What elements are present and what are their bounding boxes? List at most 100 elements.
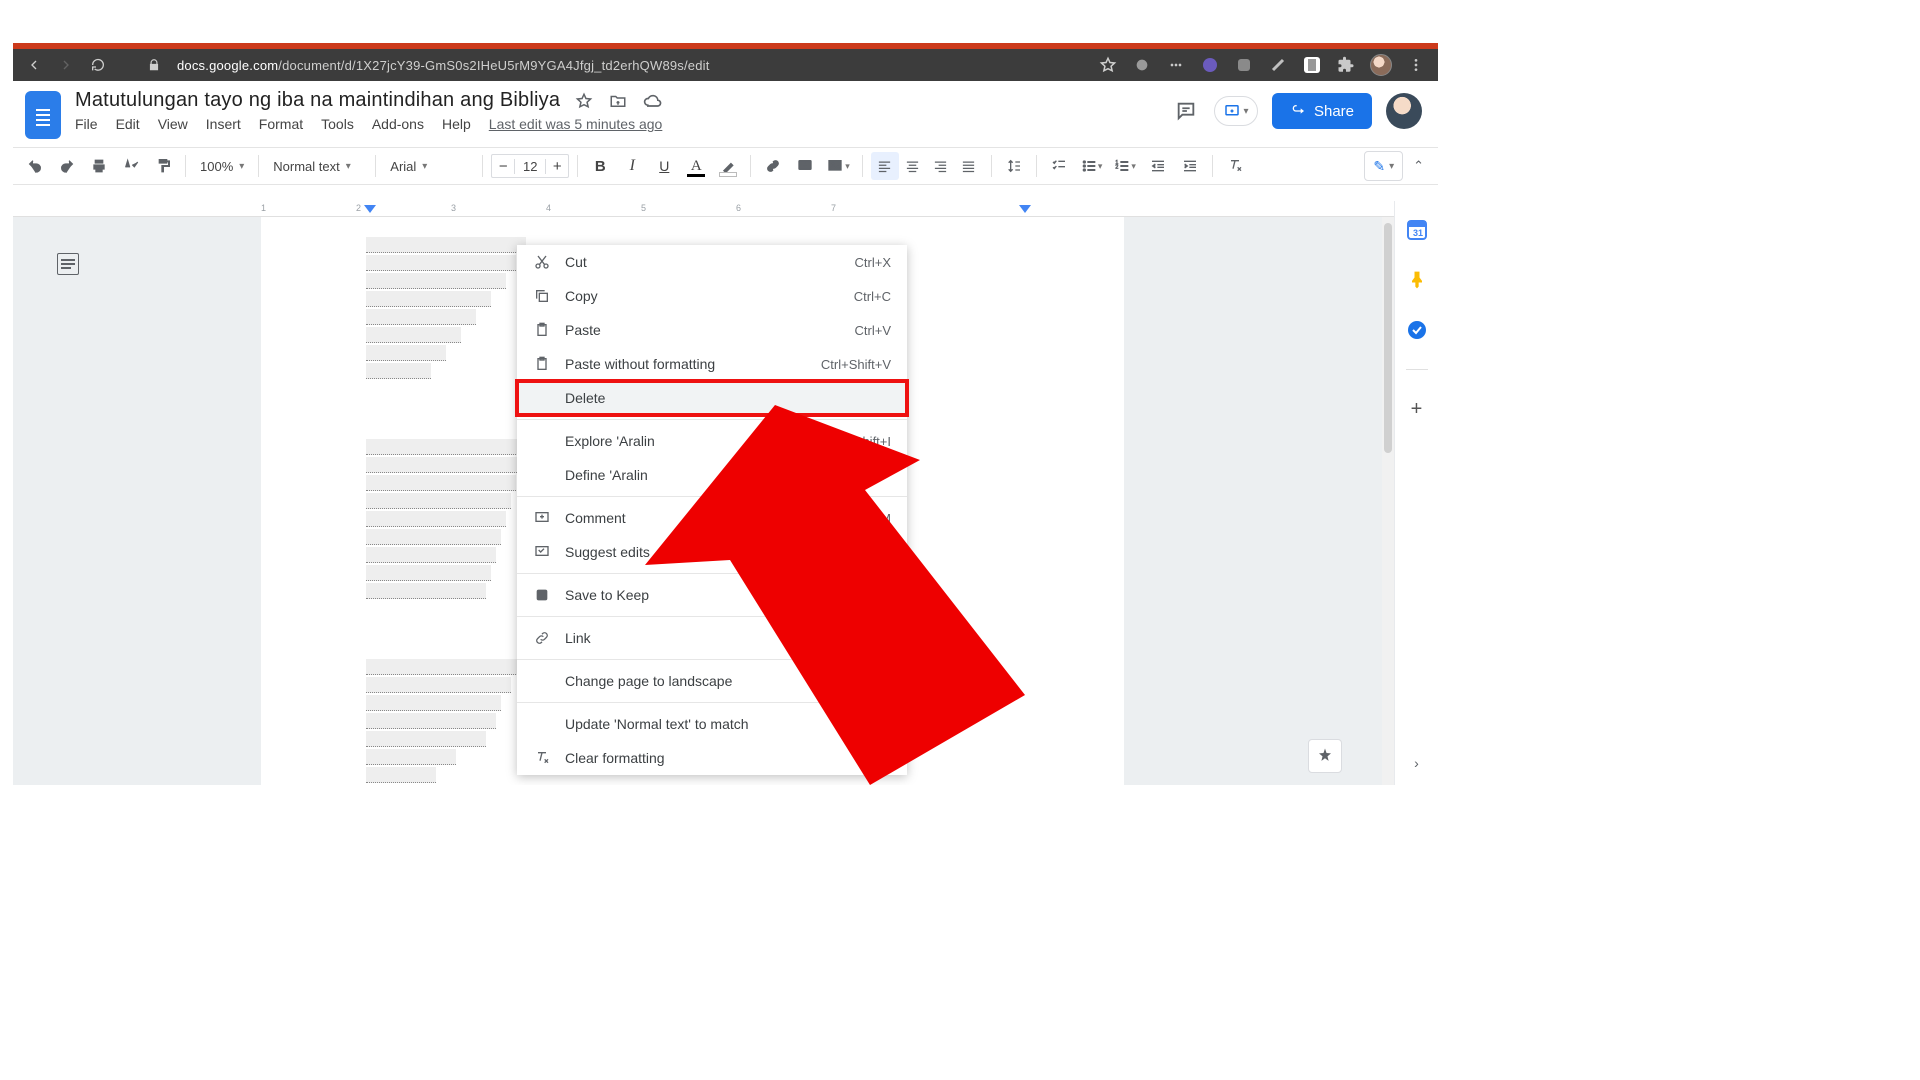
get-addons-button[interactable]: + bbox=[1411, 398, 1423, 421]
ruler-tick: 2 bbox=[356, 203, 361, 213]
context-menu-shortcut: Ctrl+Shift+V bbox=[821, 357, 891, 372]
back-button[interactable] bbox=[25, 56, 43, 74]
context-menu-define-aralin[interactable]: Define 'Aralin bbox=[517, 458, 907, 492]
calendar-icon[interactable]: 31 bbox=[1406, 219, 1428, 241]
ext-icon-2[interactable] bbox=[1166, 55, 1186, 75]
context-menu-label: Change page to landscape bbox=[565, 673, 891, 689]
browser-toolbar: docs.google.com/document/d/1X27jcY39-GmS… bbox=[13, 49, 1438, 81]
menu-help[interactable]: Help bbox=[442, 116, 471, 132]
ruler-tick: 6 bbox=[736, 203, 741, 213]
suggest-icon bbox=[533, 543, 551, 561]
checklist-button[interactable] bbox=[1045, 152, 1073, 180]
context-menu-explore-aralin[interactable]: Explore 'AralinCtrl+Alt+Shift+I bbox=[517, 424, 907, 458]
star-document-icon[interactable] bbox=[574, 91, 594, 111]
menu-view[interactable]: View bbox=[158, 116, 188, 132]
bold-button[interactable]: B bbox=[586, 152, 614, 180]
menu-edit[interactable]: Edit bbox=[116, 116, 140, 132]
show-outline-button[interactable] bbox=[57, 253, 79, 275]
bulleted-list-button[interactable]: ▾ bbox=[1077, 152, 1107, 180]
zoom-select[interactable]: 100%▾ bbox=[194, 159, 250, 174]
editing-mode-button[interactable]: ✎▾ bbox=[1364, 151, 1403, 181]
print-button[interactable] bbox=[85, 152, 113, 180]
menu-format[interactable]: Format bbox=[259, 116, 303, 132]
align-justify-button[interactable] bbox=[955, 152, 983, 180]
decrease-indent-button[interactable] bbox=[1144, 152, 1172, 180]
increase-indent-button[interactable] bbox=[1176, 152, 1204, 180]
context-menu-clear-formatting[interactable]: Clear formattingCtrl+\ bbox=[517, 741, 907, 775]
paste-icon bbox=[533, 321, 551, 339]
right-indent-marker[interactable] bbox=[1019, 205, 1031, 213]
context-menu-save-to-keep[interactable]: Save to Keep bbox=[517, 578, 907, 612]
context-menu-link[interactable]: Link bbox=[517, 621, 907, 655]
ext-icon-6[interactable] bbox=[1302, 55, 1322, 75]
context-menu-delete[interactable]: Delete bbox=[517, 381, 907, 415]
move-to-folder-icon[interactable] bbox=[608, 91, 628, 111]
context-menu-label: Save to Keep bbox=[565, 587, 891, 603]
context-menu-change-page-to-landscape[interactable]: Change page to landscape bbox=[517, 664, 907, 698]
menu-insert[interactable]: Insert bbox=[206, 116, 241, 132]
font-select[interactable]: Arial▾ bbox=[384, 159, 474, 174]
menu-tools[interactable]: Tools bbox=[321, 116, 354, 132]
underline-button[interactable]: U bbox=[650, 152, 678, 180]
docs-logo-icon[interactable] bbox=[25, 91, 61, 139]
ext-icon-1[interactable] bbox=[1132, 55, 1152, 75]
context-menu-cut[interactable]: CutCtrl+X bbox=[517, 245, 907, 279]
insert-comment-button[interactable] bbox=[791, 152, 819, 180]
redo-button[interactable] bbox=[53, 152, 81, 180]
line-spacing-button[interactable] bbox=[1000, 152, 1028, 180]
open-comments-button[interactable] bbox=[1172, 97, 1200, 125]
context-menu-paste[interactable]: PasteCtrl+V bbox=[517, 313, 907, 347]
insert-link-button[interactable] bbox=[759, 152, 787, 180]
context-menu-update-normal-text-to-match[interactable]: Update 'Normal text' to match bbox=[517, 707, 907, 741]
context-menu-shortcut: Ctrl+X bbox=[855, 255, 891, 270]
present-button[interactable]: ▾ bbox=[1214, 96, 1258, 126]
increase-font-size-button[interactable]: + bbox=[546, 158, 568, 175]
explore-button[interactable] bbox=[1308, 739, 1342, 773]
paragraph-style-select[interactable]: Normal text▾ bbox=[267, 159, 367, 174]
left-indent-marker[interactable] bbox=[364, 205, 376, 213]
paint-format-button[interactable] bbox=[149, 152, 177, 180]
decrease-font-size-button[interactable]: − bbox=[492, 158, 514, 175]
align-center-button[interactable] bbox=[899, 152, 927, 180]
url-bar[interactable]: docs.google.com/document/d/1X27jcY39-GmS… bbox=[177, 58, 710, 73]
tasks-icon[interactable] bbox=[1406, 319, 1428, 341]
forward-button[interactable] bbox=[57, 56, 75, 74]
cloud-status-icon[interactable] bbox=[642, 91, 662, 111]
context-menu-separator bbox=[517, 702, 907, 703]
horizontal-ruler[interactable]: 1234567 bbox=[13, 201, 1394, 217]
font-size-value[interactable]: 12 bbox=[514, 159, 546, 174]
align-left-button[interactable] bbox=[871, 152, 899, 180]
document-title[interactable]: Matutulungan tayo ng iba na maintindihan… bbox=[75, 89, 560, 112]
menu-add-ons[interactable]: Add-ons bbox=[372, 116, 424, 132]
vertical-scrollbar[interactable] bbox=[1382, 217, 1394, 785]
chrome-menu-icon[interactable] bbox=[1406, 55, 1426, 75]
context-menu-paste-without-formatting[interactable]: Paste without formattingCtrl+Shift+V bbox=[517, 347, 907, 381]
insert-image-button[interactable]: ▾ bbox=[823, 152, 854, 180]
account-avatar[interactable] bbox=[1386, 93, 1422, 129]
collapse-toolbar-button[interactable]: ⌃ bbox=[1407, 158, 1430, 174]
clear-formatting-button[interactable] bbox=[1221, 152, 1249, 180]
hide-side-panel-button[interactable]: › bbox=[1414, 755, 1419, 771]
keep-icon[interactable] bbox=[1406, 269, 1428, 291]
browser-profile-avatar[interactable] bbox=[1370, 54, 1392, 76]
last-edit-link[interactable]: Last edit was 5 minutes ago bbox=[489, 116, 663, 132]
extensions-icon[interactable] bbox=[1336, 55, 1356, 75]
context-menu-copy[interactable]: CopyCtrl+C bbox=[517, 279, 907, 313]
numbered-list-button[interactable]: 12▾ bbox=[1110, 152, 1140, 180]
menu-file[interactable]: File bbox=[75, 116, 98, 132]
font-size-control[interactable]: − 12 + bbox=[491, 154, 569, 178]
context-menu-suggest-edits[interactable]: Suggest edits bbox=[517, 535, 907, 569]
align-right-button[interactable] bbox=[927, 152, 955, 180]
share-button[interactable]: Share bbox=[1272, 93, 1372, 129]
italic-button[interactable]: I bbox=[618, 152, 646, 180]
ext-icon-5[interactable] bbox=[1268, 55, 1288, 75]
context-menu-comment[interactable]: Commentt+M bbox=[517, 501, 907, 535]
highlight-color-button[interactable] bbox=[714, 152, 742, 180]
reload-button[interactable] bbox=[89, 56, 107, 74]
undo-button[interactable] bbox=[21, 152, 49, 180]
text-color-button[interactable]: A bbox=[682, 152, 710, 180]
spellcheck-button[interactable] bbox=[117, 152, 145, 180]
ext-icon-3[interactable] bbox=[1200, 55, 1220, 75]
ext-icon-4[interactable] bbox=[1234, 55, 1254, 75]
star-icon[interactable] bbox=[1098, 55, 1118, 75]
